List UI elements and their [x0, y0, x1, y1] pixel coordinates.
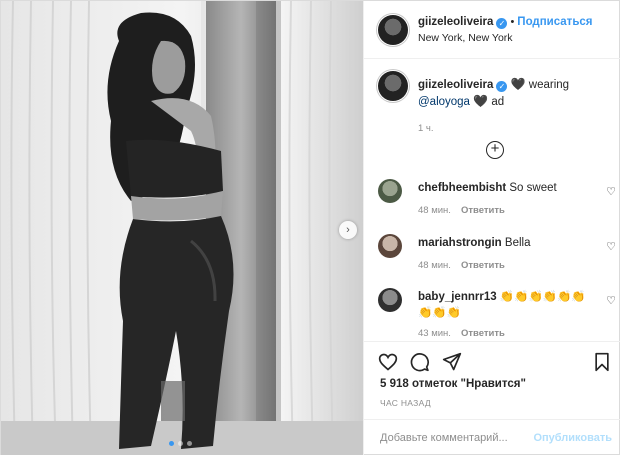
- posted-time[interactable]: ЧАС НАЗАД: [380, 398, 431, 408]
- likes-count[interactable]: 5 918 отметок "Нравится": [380, 378, 526, 390]
- comment-body: mariahstrongin Bella: [418, 235, 588, 251]
- post-photo[interactable]: ›: [1, 1, 363, 455]
- publish-button[interactable]: Опубликовать: [533, 432, 612, 444]
- reply-button[interactable]: Ответить: [461, 328, 505, 339]
- commenter-username[interactable]: mariahstrongin: [418, 237, 502, 249]
- header-separator: •: [510, 16, 515, 28]
- comment-body: chefbheembisht So sweet: [418, 180, 588, 196]
- comment-text: Bella: [504, 237, 531, 249]
- carousel-dot: [187, 441, 192, 446]
- comment-time: 43 мин.: [418, 328, 451, 339]
- black-heart-icon: 🖤: [473, 94, 489, 108]
- carousel-dot-active: [169, 441, 174, 446]
- comment-like-heart-icon[interactable]: ♡: [606, 240, 616, 253]
- comment-like-heart-icon[interactable]: ♡: [606, 294, 616, 307]
- comment-body: baby_jennrr13 👏👏👏👏👏👏👏👏👏: [418, 289, 588, 321]
- author-avatar[interactable]: [378, 15, 408, 45]
- photo-illustration: [1, 1, 363, 455]
- commenter-username[interactable]: chefbheembisht: [418, 182, 506, 194]
- header-line: giizeleoliveira ✓ • Подписаться: [418, 16, 593, 29]
- post-location[interactable]: New York, New York: [418, 32, 513, 44]
- verified-badge-icon: ✓: [496, 18, 508, 29]
- caption-body-end: ad: [491, 96, 505, 108]
- caption-body: wearing: [528, 79, 570, 91]
- reply-button[interactable]: Ответить: [461, 260, 505, 271]
- comments-section: giizeleoliveira ✓ 🖤 wearing @aloyoga 🖤 ad…: [364, 59, 620, 341]
- comment-like-heart-icon[interactable]: ♡: [606, 185, 616, 198]
- commenter-username[interactable]: baby_jennrr13: [418, 291, 497, 303]
- black-heart-icon: 🖤: [510, 77, 526, 91]
- follow-button[interactable]: Подписаться: [517, 16, 592, 28]
- reply-button[interactable]: Ответить: [461, 205, 505, 216]
- comment-icon[interactable]: [410, 352, 430, 372]
- comment-meta: 48 мин. Ответить: [418, 205, 505, 216]
- post-header: giizeleoliveira ✓ • Подписаться New York, N…: [364, 1, 620, 59]
- caption-mention-link[interactable]: @aloyoga: [418, 96, 470, 108]
- caption-username[interactable]: giizeleoliveira: [418, 79, 493, 91]
- post-actions-bar: [364, 341, 620, 381]
- comment-item: mariahstrongin Bella 48 мин. Ответить ♡: [378, 234, 618, 280]
- carousel-dot: [178, 441, 183, 446]
- author-username[interactable]: giizeleoliveira: [418, 16, 493, 28]
- commenter-avatar[interactable]: [378, 179, 402, 203]
- caption-text: giizeleoliveira ✓ 🖤 wearing @aloyoga 🖤 ad: [418, 76, 608, 110]
- commenter-avatar[interactable]: [378, 234, 402, 258]
- commenter-avatar[interactable]: [378, 288, 402, 312]
- comment-item: baby_jennrr13 👏👏👏👏👏👏👏👏👏 43 мин. Ответить …: [378, 288, 618, 339]
- share-icon[interactable]: [442, 352, 462, 372]
- comment-meta: 48 мин. Ответить: [418, 260, 505, 271]
- carousel-next-button[interactable]: ›: [339, 221, 357, 239]
- comment-text: So sweet: [509, 182, 557, 194]
- carousel-dots: [169, 441, 192, 446]
- plus-circle-icon[interactable]: +: [486, 141, 504, 159]
- caption-time[interactable]: 1 ч.: [418, 123, 434, 134]
- comment-meta: 43 мин. Ответить: [418, 328, 505, 339]
- comment-time: 48 мин.: [418, 260, 451, 271]
- instagram-post: › giizeleoliveira ✓ • Подписаться New York,…: [0, 0, 620, 455]
- bookmark-icon[interactable]: [592, 352, 612, 372]
- verified-badge-icon: ✓: [496, 81, 508, 92]
- add-comment-bar: Добавьте комментарий... Опубликовать: [364, 419, 620, 455]
- heart-icon[interactable]: [378, 352, 398, 372]
- comment-time: 48 мин.: [418, 205, 451, 216]
- post-side-panel: giizeleoliveira ✓ • Подписаться New York, N…: [363, 1, 620, 455]
- comment-input[interactable]: Добавьте комментарий...: [380, 432, 508, 444]
- caption-avatar[interactable]: [378, 71, 408, 101]
- comment-item: chefbheembisht So sweet 48 мин. Ответить …: [378, 179, 618, 225]
